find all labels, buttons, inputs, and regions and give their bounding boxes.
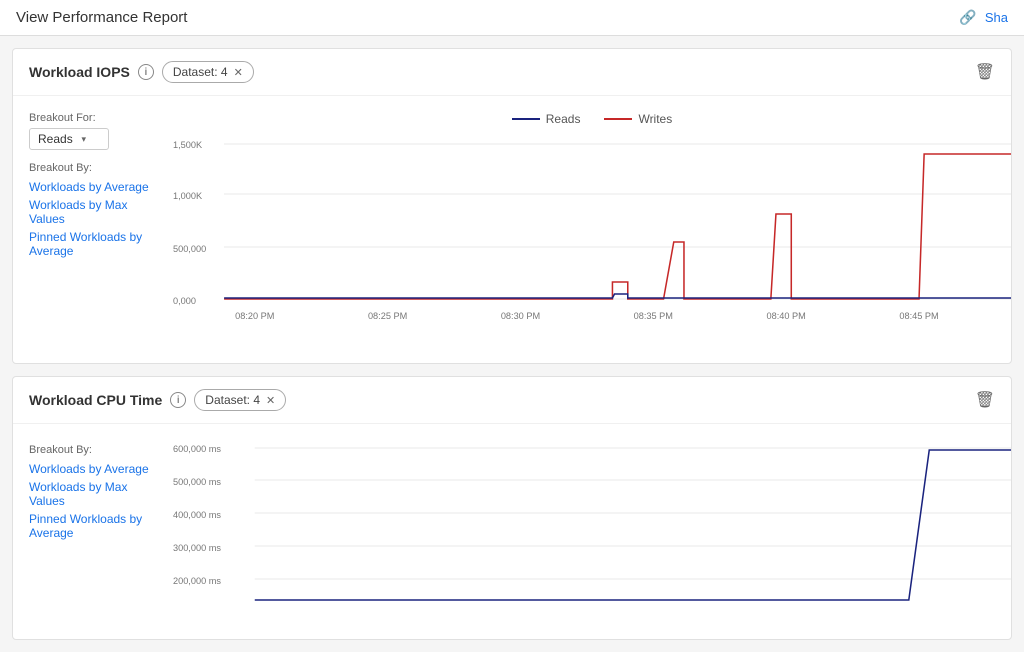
svg-text:08:35 PM: 08:35 PM <box>634 311 673 321</box>
svg-text:08:25 PM: 08:25 PM <box>368 311 407 321</box>
svg-text:08:40 PM: 08:40 PM <box>767 311 806 321</box>
page-content: Workload IOPS i Dataset: 4 ✕ 🗑 Breakout … <box>0 48 1024 640</box>
svg-text:400,000 ms: 400,000 ms <box>173 510 221 520</box>
iops-left-panel: Breakout For: Reads ▾ Breakout By: Workl… <box>13 112 173 347</box>
cpu-breakout-link-2[interactable]: Pinned Workloads by Average <box>29 512 157 540</box>
cpu-chart: 600,000 ms 500,000 ms 400,000 ms 300,000… <box>173 440 1011 620</box>
reads-dropdown[interactable]: Reads ▾ <box>29 128 109 150</box>
svg-text:08:30 PM: 08:30 PM <box>501 311 540 321</box>
iops-section-header: Workload IOPS i Dataset: 4 ✕ 🗑 <box>13 49 1011 96</box>
cpu-left-panel: Breakout By: Workloads by Average Worklo… <box>13 440 173 623</box>
svg-text:08:45 PM: 08:45 PM <box>899 311 938 321</box>
header: View Performance Report 🔗 Sha <box>0 0 1024 36</box>
reads-legend: Reads <box>512 112 581 126</box>
iops-section-body: Breakout For: Reads ▾ Breakout By: Workl… <box>13 96 1011 363</box>
cpu-section: Workload CPU Time i Dataset: 4 ✕ 🗑 Break… <box>12 376 1012 640</box>
header-actions: 🔗 Sha <box>959 9 1008 26</box>
breakout-link-2[interactable]: Pinned Workloads by Average <box>29 230 157 258</box>
iops-chart-area: Reads Writes 1,500K 1,000K 500,000 0,000 <box>173 112 1011 347</box>
cpu-title-group: Workload CPU Time i Dataset: 4 ✕ <box>29 389 286 411</box>
cpu-breakout-link-1[interactable]: Workloads by Max Values <box>29 480 157 508</box>
cpu-breakout-link-0[interactable]: Workloads by Average <box>29 462 157 476</box>
iops-title-group: Workload IOPS i Dataset: 4 ✕ <box>29 61 254 83</box>
writes-legend: Writes <box>604 112 672 126</box>
breakout-link-0[interactable]: Workloads by Average <box>29 180 157 194</box>
iops-dataset-close[interactable]: ✕ <box>234 66 243 79</box>
cpu-dataset-badge[interactable]: Dataset: 4 ✕ <box>194 389 286 411</box>
cpu-section-body: Breakout By: Workloads by Average Worklo… <box>13 424 1011 639</box>
iops-title: Workload IOPS <box>29 64 130 80</box>
iops-trash-icon[interactable]: 🗑 <box>975 62 995 82</box>
svg-text:300,000 ms: 300,000 ms <box>173 543 221 553</box>
iops-chart: 1,500K 1,000K 500,000 0,000 08:20 PM 08:… <box>173 134 1011 344</box>
writes-legend-line <box>604 118 632 120</box>
reads-dropdown-value: Reads <box>38 132 73 146</box>
iops-dataset-label: Dataset: 4 <box>173 65 228 79</box>
cpu-trash-icon[interactable]: 🗑 <box>975 390 995 410</box>
svg-text:0,000: 0,000 <box>173 296 196 306</box>
cpu-breakout-by-label: Breakout By: <box>29 444 157 456</box>
breakout-for-label: Breakout For: <box>29 112 157 124</box>
iops-dataset-badge[interactable]: Dataset: 4 ✕ <box>162 61 254 83</box>
iops-info-icon[interactable]: i <box>138 64 154 80</box>
cpu-dataset-close[interactable]: ✕ <box>266 394 275 407</box>
svg-text:1,500K: 1,500K <box>173 140 202 150</box>
iops-chart-legend: Reads Writes <box>173 112 1011 126</box>
cpu-section-header: Workload CPU Time i Dataset: 4 ✕ 🗑 <box>13 377 1011 424</box>
writes-legend-label: Writes <box>638 112 672 126</box>
share-link[interactable]: Sha <box>985 10 1008 25</box>
svg-text:600,000 ms: 600,000 ms <box>173 444 221 454</box>
cpu-title: Workload CPU Time <box>29 392 162 408</box>
link-icon: 🔗 <box>959 9 976 26</box>
page-title: View Performance Report <box>16 9 187 26</box>
svg-text:500,000 ms: 500,000 ms <box>173 477 221 487</box>
cpu-info-icon[interactable]: i <box>170 392 186 408</box>
breakout-by-label: Breakout By: <box>29 162 157 174</box>
reads-legend-line <box>512 118 540 120</box>
cpu-chart-svg-container: 600,000 ms 500,000 ms 400,000 ms 300,000… <box>173 440 1011 623</box>
svg-text:08:20 PM: 08:20 PM <box>235 311 274 321</box>
svg-text:200,000 ms: 200,000 ms <box>173 576 221 586</box>
iops-chart-svg-container: 1,500K 1,000K 500,000 0,000 08:20 PM 08:… <box>173 134 1011 347</box>
cpu-dataset-label: Dataset: 4 <box>205 393 260 407</box>
cpu-chart-area: 600,000 ms 500,000 ms 400,000 ms 300,000… <box>173 440 1011 623</box>
svg-text:1,000K: 1,000K <box>173 191 202 201</box>
svg-text:500,000: 500,000 <box>173 244 206 254</box>
reads-legend-label: Reads <box>546 112 581 126</box>
iops-section: Workload IOPS i Dataset: 4 ✕ 🗑 Breakout … <box>12 48 1012 364</box>
dropdown-caret-icon: ▾ <box>81 134 86 145</box>
breakout-link-1[interactable]: Workloads by Max Values <box>29 198 157 226</box>
